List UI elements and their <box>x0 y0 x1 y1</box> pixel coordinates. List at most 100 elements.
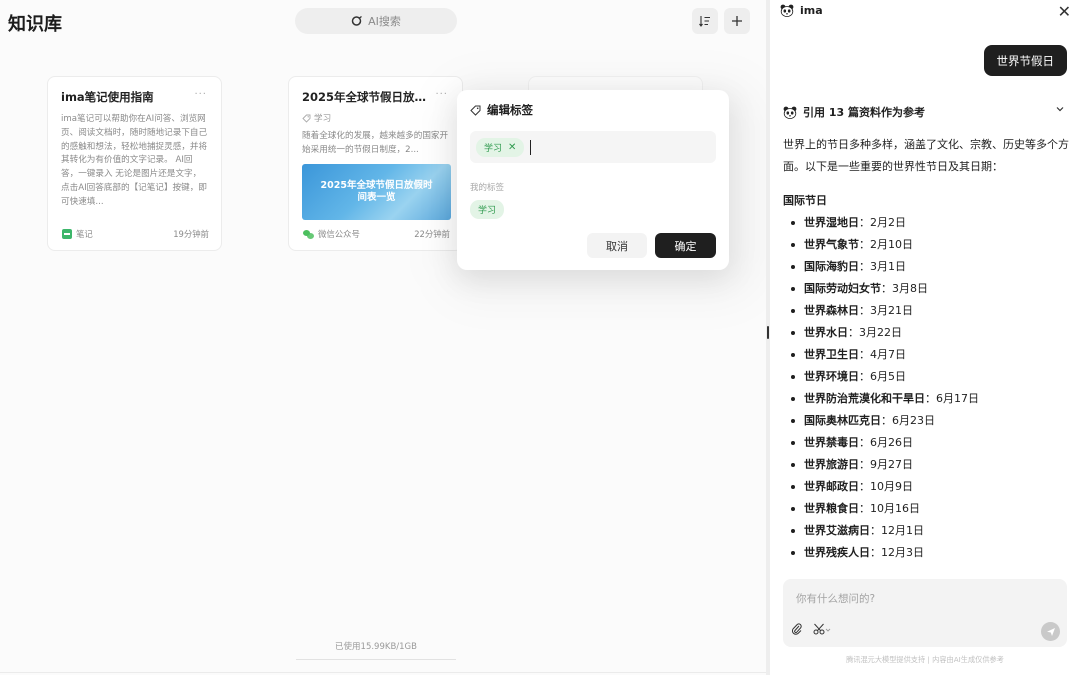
bottom-divider <box>0 672 766 673</box>
my-tags-label: 我的标签 <box>470 183 505 193</box>
holiday-list-item: 世界气象节： 2月10日 <box>791 234 1073 256</box>
holiday-separator: ： <box>859 480 870 493</box>
send-icon <box>1046 627 1055 636</box>
holiday-date: 10月9日 <box>870 480 913 493</box>
card-footer: 微信公众号 22分钟前 <box>303 228 450 240</box>
holiday-list-item: 世界艾滋病日： 12月1日 <box>791 520 1073 542</box>
holiday-list-item: 世界湿地日： 2月2日 <box>791 212 1073 234</box>
holiday-separator: ： <box>859 304 870 317</box>
my-tags-list: 学习 <box>470 198 716 219</box>
holiday-separator: ： <box>859 260 870 273</box>
card-source: 微信公众号 <box>303 228 360 240</box>
my-tag-chip[interactable]: 学习 <box>470 200 505 219</box>
holiday-separator: ： <box>859 348 870 361</box>
card-tag: 学习 <box>302 112 449 124</box>
ai-search-bar[interactable]: AI搜索 <box>295 8 457 34</box>
holiday-separator: ： <box>881 282 892 295</box>
ai-answer: 世界上的节日多种多样，涵盖了文化、宗教、历史等多个方面。以下是一些重要的世界性节… <box>783 134 1073 564</box>
sort-button[interactable] <box>692 8 718 34</box>
card-source: 笔记 <box>62 228 93 240</box>
holiday-date: 9月27日 <box>870 458 913 471</box>
add-button[interactable] <box>724 8 750 34</box>
holiday-name: 世界艾滋病日 <box>804 524 870 537</box>
holiday-name: 国际海豹日 <box>804 260 859 273</box>
holiday-separator: ： <box>859 502 870 515</box>
plus-icon <box>732 16 742 26</box>
attachment-icon[interactable] <box>791 623 803 635</box>
card-thumbnail: 2025年全球节假日放假时 间表一览 <box>302 164 451 220</box>
references-toggle[interactable]: 引用 13 篇资料作为参考 <box>783 104 1070 120</box>
card-summary: 随着全球化的发展，越来越多的国家开始采用统一的节假日制度，2... <box>302 131 449 155</box>
card-source-label: 微信公众号 <box>318 229 360 239</box>
knowledge-base-pane: 知识库 AI搜索 ima笔记使用指南 ··· ima笔记可以帮助你在AI问答、浏… <box>0 0 766 675</box>
card-footer: 笔记 19分钟前 <box>62 228 209 240</box>
knowledge-card[interactable]: ima笔记使用指南 ··· ima笔记可以帮助你在AI问答、浏览网页、阅读文档时… <box>47 76 222 251</box>
holiday-list-item: 世界旅游日： 9月27日 <box>791 454 1073 476</box>
holiday-date: 3月8日 <box>892 282 928 295</box>
holiday-date: 2月10日 <box>870 238 913 251</box>
holiday-list-item: 世界防治荒漠化和干旱日： 6月17日 <box>791 388 1073 410</box>
card-time: 19分钟前 <box>173 229 209 239</box>
answer-intro: 世界上的节日多种多样，涵盖了文化、宗教、历史等多个方面。以下是一些重要的世界性节… <box>783 138 1069 173</box>
usage-divider <box>296 659 456 660</box>
answer-section-title: 国际节日 <box>783 194 827 207</box>
resize-handle[interactable] <box>767 326 769 339</box>
holiday-separator: ： <box>859 238 870 251</box>
selected-tag-chip: 学习 ✕ <box>476 137 525 157</box>
holiday-name: 世界水日 <box>804 326 848 339</box>
holiday-separator: ： <box>925 392 936 405</box>
card-title: ima笔记使用指南 <box>61 90 154 104</box>
holiday-name: 国际劳动妇女节 <box>804 282 881 295</box>
holiday-list-item: 国际奥林匹克日： 6月23日 <box>791 410 1073 432</box>
holiday-name: 国际奥林匹克日 <box>804 414 881 427</box>
holiday-name: 世界卫生日 <box>804 348 859 361</box>
remove-tag-icon[interactable]: ✕ <box>508 142 516 153</box>
close-icon[interactable]: ✕ <box>1058 2 1071 21</box>
references-label: 引用 13 篇资料作为参考 <box>803 106 925 119</box>
holiday-separator: ： <box>881 414 892 427</box>
selected-tag-label: 学习 <box>484 143 503 154</box>
send-button[interactable] <box>1041 622 1060 641</box>
chat-input-box[interactable]: 你有什么想问的? <box>783 579 1067 647</box>
card-title: 2025年全球节假日放假... <box>302 90 436 104</box>
holiday-separator: ： <box>870 524 881 537</box>
confirm-button[interactable]: 确定 <box>655 233 716 258</box>
wechat-icon <box>303 229 314 239</box>
thumbnail-text-line1: 2025年全球节假日放假时 <box>320 180 433 191</box>
holiday-name: 世界禁毒日 <box>804 436 859 449</box>
note-icon <box>62 229 72 239</box>
holiday-separator: ： <box>859 216 870 229</box>
holiday-separator: ： <box>848 326 859 339</box>
tag-input[interactable]: 学习 ✕ <box>470 131 716 163</box>
holiday-list-item: 世界森林日： 3月21日 <box>791 300 1073 322</box>
chat-pane: ima ✕ 世界节假日 引用 13 篇资料作为参考 世界上的节日多种多样，涵盖了… <box>770 0 1080 675</box>
page-title: 知识库 <box>8 14 62 35</box>
holiday-separator: ： <box>870 546 881 559</box>
app-name: ima <box>800 4 823 17</box>
holiday-date: 12月1日 <box>881 524 924 537</box>
card-summary: ima笔记可以帮助你在AI问答、浏览网页、阅读文档时，随时随地记录下自己的感触和… <box>61 114 208 207</box>
holiday-separator: ： <box>859 436 870 449</box>
holiday-list-item: 世界邮政日： 10月9日 <box>791 476 1073 498</box>
holiday-name: 世界森林日 <box>804 304 859 317</box>
holiday-date: 4月7日 <box>870 348 906 361</box>
holiday-list-item: 世界卫生日： 4月7日 <box>791 344 1073 366</box>
holiday-list: 世界湿地日： 2月2日 世界气象节： 2月10日 国际海豹日： 3月1日 国际劳动妇女节： 3… <box>783 212 1073 564</box>
holiday-date: 3月1日 <box>870 260 906 273</box>
holiday-date: 3月21日 <box>870 304 913 317</box>
edit-tag-dialog: 编辑标签 学习 ✕ 我的标签 学习 取消 确定 <box>457 90 729 270</box>
holiday-date: 6月23日 <box>892 414 935 427</box>
scissors-icon[interactable] <box>813 623 831 635</box>
ai-search-icon <box>351 15 362 26</box>
panda-logo-icon <box>783 106 797 119</box>
holiday-list-item: 世界环境日： 6月5日 <box>791 366 1073 388</box>
dialog-title: 编辑标签 <box>487 103 533 117</box>
knowledge-card[interactable]: 2025年全球节假日放假... ··· 学习 随着全球化的发展，越来越多的国家开… <box>288 76 463 251</box>
storage-usage: 已使用15.99KB/1GB <box>335 642 417 652</box>
dialog-header: 编辑标签 <box>470 102 716 118</box>
cancel-button[interactable]: 取消 <box>587 233 647 258</box>
more-icon[interactable]: ··· <box>194 89 207 100</box>
dialog-actions: 取消 确定 <box>587 233 716 258</box>
user-message: 世界节假日 <box>983 45 1067 76</box>
holiday-list-item: 国际劳动妇女节： 3月8日 <box>791 278 1073 300</box>
